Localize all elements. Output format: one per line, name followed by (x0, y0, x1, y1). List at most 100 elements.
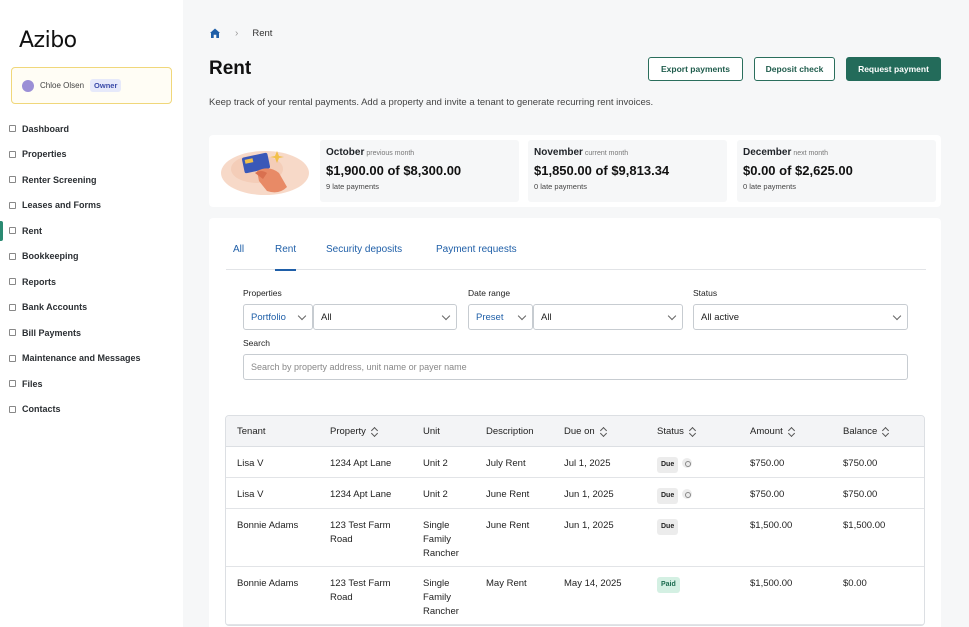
summary-amount: $1,850.00 of $9,813.34 (534, 163, 670, 178)
sort-icon (788, 427, 795, 437)
bank-icon (9, 303, 16, 311)
sort-icon (600, 427, 607, 437)
summary-amount: $0.00 of $2,625.00 (743, 163, 853, 178)
cell-amount: $750.00 (750, 458, 785, 469)
sidebar-item-bill-payments[interactable]: Bill Payments (0, 320, 183, 346)
cell-tenant: Bonnie Adams (237, 578, 299, 589)
sidebar-item-label: Contacts (22, 404, 61, 415)
sidebar-item-label: Dashboard (22, 123, 70, 134)
sidebar-item-bank-accounts[interactable]: Bank Accounts (0, 295, 183, 321)
chevron-down-icon (441, 311, 451, 321)
export-payments-button[interactable]: Export payments (648, 57, 743, 81)
summary-current-month: November current month $1,850.00 of $9,81… (528, 140, 727, 202)
deposit-check-button[interactable]: Deposit check (754, 57, 835, 81)
summary-amount: $1,900.00 of $8,300.00 (326, 163, 462, 178)
tab-all[interactable]: All (233, 238, 244, 270)
sidebar-item-reports[interactable]: Reports (0, 269, 183, 295)
screening-icon (9, 176, 16, 184)
cell-due: May 14, 2025 (564, 578, 622, 589)
summary-late: 9 late payments (326, 182, 379, 191)
avatar (22, 79, 34, 92)
status-badge: Due (657, 488, 679, 504)
table-row[interactable]: Bonnie Adams 123 Test Farm Road Single F… (226, 509, 924, 567)
tab-security-deposits[interactable]: Security deposits (326, 238, 402, 270)
table-row[interactable]: Bonnie Adams 123 Test Farm Road Single F… (226, 567, 924, 625)
cell-status: Due (657, 457, 693, 473)
col-description: Description (486, 426, 534, 437)
status-select[interactable]: All active (693, 304, 908, 330)
table-row[interactable]: Lisa V 1234 Apt Lane Unit 2 June Rent Ju… (226, 478, 924, 509)
cell-due: Jul 1, 2025 (564, 458, 611, 469)
search-input[interactable]: Search by property address, unit name or… (243, 354, 908, 380)
properties-select[interactable]: All (313, 304, 457, 330)
sidebar: Azibo Chloe Olsen Owner Dashboard Proper… (0, 0, 183, 627)
azibo-logo[interactable]: Azibo (19, 28, 77, 53)
sidebar-item-dashboard[interactable]: Dashboard (0, 116, 183, 142)
payments-table: Tenant Property Unit Description Due on … (225, 415, 925, 626)
col-label: Status (657, 426, 684, 437)
payments-card: All Rent Security deposits Payment reque… (209, 218, 941, 627)
recurring-icon (682, 489, 693, 500)
date-range-select[interactable]: All (533, 304, 683, 330)
cell-property: 123 Test Farm Road (330, 578, 391, 603)
cell-status: Due (657, 488, 693, 504)
account-switcher[interactable]: Chloe Olsen Owner (11, 67, 172, 104)
table-row[interactable]: Lisa V 1234 Apt Lane Unit 2 July Rent Ju… (226, 447, 924, 478)
cell-description: June Rent (486, 520, 530, 531)
rent-icon (9, 227, 16, 235)
sidebar-item-properties[interactable]: Properties (0, 142, 183, 168)
cell-balance: $0.00 (843, 578, 867, 589)
tab-payment-requests[interactable]: Payment requests (436, 238, 517, 270)
select-value: All (541, 311, 552, 323)
col-label: Amount (750, 426, 783, 437)
sidebar-item-rent[interactable]: Rent (0, 218, 183, 244)
sidebar-item-label: Properties (22, 149, 67, 160)
cell-amount: $750.00 (750, 489, 785, 500)
cell-description: June Rent (486, 489, 530, 500)
folder-icon (9, 380, 16, 388)
tab-rent[interactable]: Rent (275, 238, 297, 271)
summary-month: November (534, 147, 583, 158)
summary-next-month: December next month $0.00 of $2,625.00 0 … (737, 140, 936, 202)
date-range-label: Date range (468, 288, 511, 298)
recurring-icon (682, 458, 693, 469)
summary-tag: current month (584, 150, 629, 157)
cell-balance: $750.00 (843, 489, 878, 500)
sidebar-item-files[interactable]: Files (0, 371, 183, 397)
sidebar-item-contacts[interactable]: Contacts (0, 397, 183, 423)
request-payment-button[interactable]: Request payment (846, 57, 941, 81)
summary-previous-month: October previous month $1,900.00 of $8,30… (320, 140, 519, 202)
sidebar-item-renter-screening[interactable]: Renter Screening (0, 167, 183, 193)
sidebar-item-maintenance[interactable]: Maintenance and Messages (0, 346, 183, 372)
sidebar-item-label: Files (22, 378, 43, 389)
properties-filter-label: Properties (243, 288, 282, 298)
col-due[interactable]: Due on (564, 426, 607, 437)
properties-scope-select[interactable]: Portfolio (243, 304, 313, 330)
cell-unit: Single Family Rancher (423, 578, 459, 617)
report-icon (9, 278, 16, 286)
select-value: All (321, 311, 332, 323)
cell-due: Jun 1, 2025 (564, 489, 614, 500)
breadcrumb: › Rent (209, 27, 272, 39)
col-balance[interactable]: Balance (843, 426, 889, 437)
role-badge: Owner (90, 79, 122, 92)
home-icon[interactable] (209, 27, 221, 39)
col-status[interactable]: Status (657, 426, 696, 437)
col-amount[interactable]: Amount (750, 426, 795, 437)
date-scope-select[interactable]: Preset (468, 304, 533, 330)
building-icon (9, 150, 16, 158)
wrench-icon (9, 354, 16, 362)
col-label: Balance (843, 426, 878, 437)
table-header: Tenant Property Unit Description Due on … (226, 416, 924, 447)
sidebar-item-leases[interactable]: Leases and Forms (0, 193, 183, 219)
cell-description: July Rent (486, 458, 526, 469)
sort-icon (882, 427, 889, 437)
contacts-icon (9, 405, 16, 413)
cell-amount: $1,500.00 (750, 520, 793, 531)
sidebar-item-bookkeeping[interactable]: Bookkeeping (0, 244, 183, 270)
cell-status: Due (657, 519, 679, 535)
cell-tenant: Lisa V (237, 489, 264, 500)
hand-card-illustration (221, 151, 309, 195)
cell-unit: Unit 2 (423, 489, 448, 500)
col-property[interactable]: Property (330, 426, 378, 437)
